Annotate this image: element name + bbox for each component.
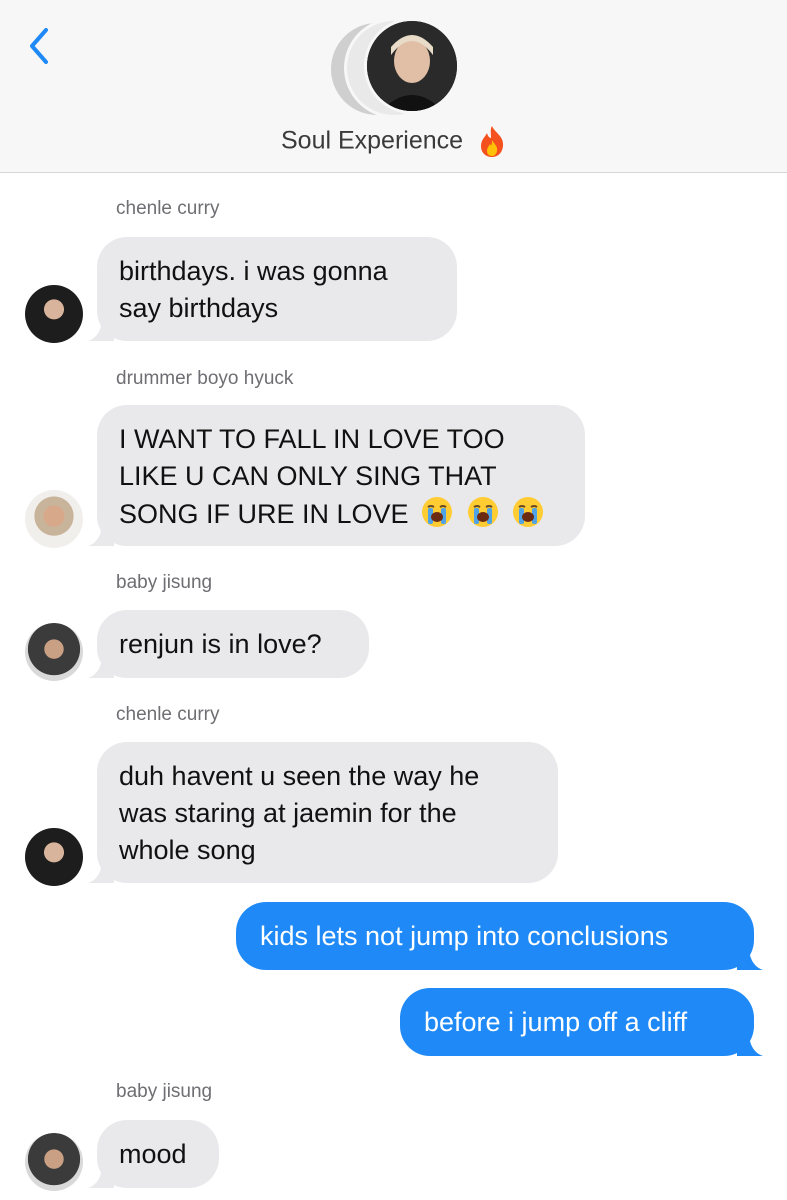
message-text-line: LIKE U CAN ONLY SING THAT	[119, 461, 497, 491]
member-avatar	[364, 18, 460, 114]
message-bubble[interactable]: birthdays. i was gonna say birthdays	[88, 237, 457, 341]
avatar[interactable]	[25, 285, 83, 343]
message-bubble[interactable]: renjun is in love?	[88, 610, 369, 678]
message-text: mood	[119, 1139, 187, 1169]
message-bubble[interactable]: mood	[88, 1120, 219, 1188]
back-button[interactable]	[20, 18, 60, 74]
message-text-line: SONG IF URE IN LOVE	[119, 495, 561, 533]
message-bubble-outgoing[interactable]: before i jump off a cliff	[400, 988, 763, 1056]
message-bubble[interactable]: duh havent u seen the way he was staring…	[88, 742, 558, 883]
message-text: birthdays. i was gonna say birthdays	[119, 256, 388, 323]
message-text-line: I WANT TO FALL IN LOVE TOO	[119, 424, 505, 454]
chevron-left-icon	[30, 28, 48, 64]
avatar[interactable]	[25, 490, 83, 548]
message-bubble[interactable]: I WANT TO FALL IN LOVE TOO LIKE U CAN ON…	[88, 405, 585, 546]
loudly-crying-face-icon	[467, 497, 498, 527]
message-text: duh havent u seen the way he was staring…	[119, 761, 480, 865]
sender-name: chenle curry	[116, 198, 220, 219]
message-text: renjun is in love?	[119, 629, 322, 659]
conversation-title[interactable]: Soul Experience	[0, 124, 787, 158]
page-title: Soul Experience	[280, 126, 464, 155]
loudly-crying-face-icon	[513, 497, 544, 527]
message-text: kids lets not jump into conclusions	[260, 921, 669, 951]
avatar[interactable]	[25, 623, 83, 681]
sender-name: chenle curry	[116, 704, 220, 725]
avatar[interactable]	[25, 828, 83, 886]
sender-name: baby jisung	[116, 1081, 213, 1102]
message-bubble-outgoing[interactable]: kids lets not jump into conclusions	[236, 902, 763, 970]
sender-name: drummer boyo hyuck	[116, 368, 294, 389]
message-text: before i jump off a cliff	[424, 1007, 688, 1037]
sender-name: baby jisung	[116, 572, 213, 593]
loudly-crying-face-icon	[422, 497, 453, 527]
avatar[interactable]	[25, 1133, 83, 1191]
chat-header: Soul Experience	[0, 0, 787, 173]
group-avatar-stack[interactable]	[328, 18, 462, 118]
fire-icon	[481, 126, 504, 157]
